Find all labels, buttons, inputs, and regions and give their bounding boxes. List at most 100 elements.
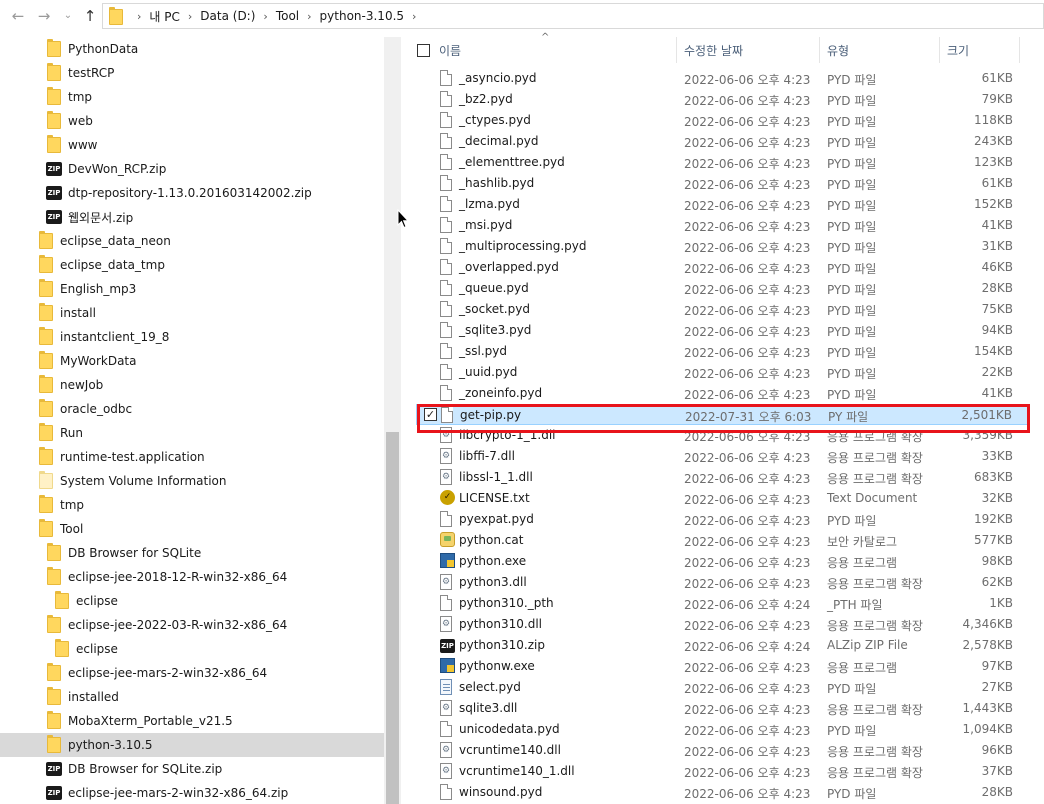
- column-header-name[interactable]: 이름: [439, 32, 461, 68]
- file-row[interactable]: libcrypto-1_1.dll 2022-06-06 오후 4:23 응용 프로…: [416, 425, 1028, 446]
- file-row[interactable]: vcruntime140_1.dll 2022-06-06 오후 4:23 응용 프…: [416, 761, 1028, 782]
- folder-icon: [46, 39, 62, 57]
- file-row[interactable]: _ssl.pyd 2022-06-06 오후 4:23 PYD 파일 154KB: [416, 341, 1028, 362]
- breadcrumb-item[interactable]: Tool: [276, 9, 299, 23]
- file-row[interactable]: _msi.pyd 2022-06-06 오후 4:23 PYD 파일 41KB: [416, 215, 1028, 236]
- file-row[interactable]: python.exe 2022-06-06 오후 4:23 응용 프로그램 98KB: [416, 551, 1028, 572]
- tree-item[interactable]: PythonData: [0, 37, 384, 61]
- up-arrow-icon[interactable]: ↑: [80, 6, 100, 26]
- file-row[interactable]: _uuid.pyd 2022-06-06 오후 4:23 PYD 파일 22KB: [416, 362, 1028, 383]
- folder-icon: [54, 639, 70, 657]
- breadcrumb-chevron-icon[interactable]: ›: [137, 10, 141, 23]
- file-row[interactable]: _zoneinfo.pyd 2022-06-06 오후 4:23 PYD 파일 41K…: [416, 383, 1028, 404]
- file-row[interactable]: sqlite3.dll 2022-06-06 오후 4:23 응용 프로그램 확장 1…: [416, 698, 1028, 719]
- file-date: 2022-06-06 오후 4:23: [684, 787, 811, 801]
- tree-item[interactable]: eclipse_data_neon: [0, 229, 384, 253]
- tree-item[interactable]: web: [0, 109, 384, 133]
- recent-locations-chevron-icon[interactable]: ⌄: [58, 6, 78, 26]
- file-row[interactable]: libffi-7.dll 2022-06-06 오후 4:23 응용 프로그램 확장…: [416, 446, 1028, 467]
- tree-item[interactable]: ZIP DevWon_RCP.zip: [0, 157, 384, 181]
- tree-item[interactable]: Run: [0, 421, 384, 445]
- tree-item[interactable]: oracle_odbc: [0, 397, 384, 421]
- column-divider[interactable]: [676, 37, 677, 63]
- tree-item[interactable]: instantclient_19_8: [0, 325, 384, 349]
- select-all-checkbox[interactable]: [417, 44, 430, 57]
- tree-item[interactable]: System Volume Information: [0, 469, 384, 493]
- file-row[interactable]: _lzma.pyd 2022-06-06 오후 4:23 PYD 파일 152KB: [416, 194, 1028, 215]
- tree-item[interactable]: www: [0, 133, 384, 157]
- breadcrumb-chevron-icon[interactable]: ›: [307, 10, 311, 23]
- file-type: PYD 파일: [827, 262, 877, 276]
- tree-item[interactable]: ZIP dtp-repository-1.13.0.201603142002.zi…: [0, 181, 384, 205]
- column-divider[interactable]: [819, 37, 820, 63]
- tree-item[interactable]: python-3.10.5: [0, 733, 384, 757]
- tree-item[interactable]: eclipse-jee-mars-2-win32-x86_64: [0, 661, 384, 685]
- breadcrumb-chevron-icon[interactable]: ›: [263, 10, 267, 23]
- file-row[interactable]: _socket.pyd 2022-06-06 오후 4:23 PYD 파일 75KB: [416, 299, 1028, 320]
- tree-item[interactable]: English_mp3: [0, 277, 384, 301]
- file-row[interactable]: _decimal.pyd 2022-06-06 오후 4:23 PYD 파일 243K…: [416, 131, 1028, 152]
- tree-item[interactable]: eclipse_data_tmp: [0, 253, 384, 277]
- forward-arrow-icon[interactable]: →: [34, 6, 54, 26]
- breadcrumb-chevron-icon[interactable]: ›: [412, 10, 416, 23]
- back-arrow-icon[interactable]: ←: [8, 6, 28, 26]
- file-row[interactable]: python310.dll 2022-06-06 오후 4:23 응용 프로그램 확…: [416, 614, 1028, 635]
- file-row[interactable]: python3.dll 2022-06-06 오후 4:23 응용 프로그램 확장 6…: [416, 572, 1028, 593]
- breadcrumb-chevron-icon[interactable]: ›: [188, 10, 192, 23]
- tree-item[interactable]: testRCP: [0, 61, 384, 85]
- tree-item[interactable]: eclipse: [0, 637, 384, 661]
- file-row[interactable]: python.cat 2022-06-06 오후 4:23 보안 카탈로그 577KB: [416, 530, 1028, 551]
- tree-item[interactable]: runtime-test.application: [0, 445, 384, 469]
- tree-item[interactable]: newJob: [0, 373, 384, 397]
- file-row[interactable]: _queue.pyd 2022-06-06 오후 4:23 PYD 파일 28KB: [416, 278, 1028, 299]
- file-type: 응용 프로그램 확장: [827, 745, 923, 759]
- row-checkbox[interactable]: ✓: [424, 408, 437, 421]
- breadcrumb-item[interactable]: 내 PC: [149, 8, 179, 25]
- folder-icon: [46, 567, 62, 585]
- file-row[interactable]: ZIP python310.zip 2022-06-06 오후 4:24 ALZip …: [416, 635, 1028, 656]
- file-row[interactable]: _sqlite3.pyd 2022-06-06 오후 4:23 PYD 파일 94KB: [416, 320, 1028, 341]
- file-row[interactable]: _overlapped.pyd 2022-06-06 오후 4:23 PYD 파일 4…: [416, 257, 1028, 278]
- tree-item[interactable]: eclipse-jee-2018-12-R-win32-x86_64: [0, 565, 384, 589]
- column-divider[interactable]: [939, 37, 940, 63]
- file-row[interactable]: _elementtree.pyd 2022-06-06 오후 4:23 PYD 파일…: [416, 152, 1028, 173]
- tree-scrollbar[interactable]: [384, 37, 401, 804]
- tree-item[interactable]: MobaXterm_Portable_v21.5: [0, 709, 384, 733]
- tree-item[interactable]: installed: [0, 685, 384, 709]
- tree-item[interactable]: tmp: [0, 85, 384, 109]
- tree-item[interactable]: eclipse-jee-2022-03-R-win32-x86_64: [0, 613, 384, 637]
- column-header-size[interactable]: 크기: [947, 32, 969, 68]
- file-row[interactable]: python310._pth 2022-06-06 오후 4:24 _PTH 파일 1…: [416, 593, 1028, 614]
- breadcrumb-item[interactable]: Data (D:): [200, 9, 255, 23]
- file-row[interactable]: ✓ LICENSE.txt 2022-06-06 오후 4:23 Text Docum…: [416, 488, 1028, 509]
- tree-item[interactable]: tmp: [0, 493, 384, 517]
- column-header-date[interactable]: 수정한 날짜: [684, 32, 743, 68]
- folder-icon: [109, 7, 123, 28]
- tree-item[interactable]: ZIP 웹외문서.zip: [0, 205, 384, 229]
- tree-item[interactable]: Tool: [0, 517, 384, 541]
- tree-item[interactable]: DB Browser for SQLite: [0, 541, 384, 565]
- tree-item[interactable]: install: [0, 301, 384, 325]
- tree-item[interactable]: ZIP eclipse-jee-mars-2-win32-x86_64.zip: [0, 781, 384, 804]
- column-header-type[interactable]: 유형: [827, 32, 849, 68]
- file-row[interactable]: _bz2.pyd 2022-06-06 오후 4:23 PYD 파일 79KB: [416, 89, 1028, 110]
- tree-item[interactable]: MyWorkData: [0, 349, 384, 373]
- file-row[interactable]: libssl-1_1.dll 2022-06-06 오후 4:23 응용 프로그램 …: [416, 467, 1028, 488]
- column-divider[interactable]: [1019, 37, 1020, 63]
- file-row[interactable]: _asyncio.pyd 2022-06-06 오후 4:23 PYD 파일 61KB: [416, 68, 1028, 89]
- address-bar[interactable]: › 내 PC › Data (D:) › Tool › python-3.10.5 ›: [102, 3, 1044, 29]
- file-row[interactable]: _hashlib.pyd 2022-06-06 오후 4:23 PYD 파일 61KB: [416, 173, 1028, 194]
- file-row[interactable]: vcruntime140.dll 2022-06-06 오후 4:23 응용 프로그…: [416, 740, 1028, 761]
- file-row[interactable]: _multiprocessing.pyd 2022-06-06 오후 4:23 PY…: [416, 236, 1028, 257]
- breadcrumb-item[interactable]: python-3.10.5: [320, 9, 404, 23]
- file-row[interactable]: pythonw.exe 2022-06-06 오후 4:23 응용 프로그램 97KB: [416, 656, 1028, 677]
- tree-item[interactable]: eclipse: [0, 589, 384, 613]
- file-row[interactable]: select.pyd 2022-06-06 오후 4:23 PYD 파일 27KB: [416, 677, 1028, 698]
- tree-scrollbar-thumb[interactable]: [386, 432, 399, 804]
- file-row[interactable]: unicodedata.pyd 2022-06-06 오후 4:23 PYD 파일 1…: [416, 719, 1028, 740]
- tree-item[interactable]: ZIP DB Browser for SQLite.zip: [0, 757, 384, 781]
- file-row[interactable]: pyexpat.pyd 2022-06-06 오후 4:23 PYD 파일 192KB: [416, 509, 1028, 530]
- file-row[interactable]: _ctypes.pyd 2022-06-06 오후 4:23 PYD 파일 118KB: [416, 110, 1028, 131]
- file-row[interactable]: winsound.pyd 2022-06-06 오후 4:23 PYD 파일 28KB: [416, 782, 1028, 803]
- file-row[interactable]: ✓ get-pip.py 2022-07-31 오후 6:03 PY 파일 2,501K…: [416, 404, 1028, 425]
